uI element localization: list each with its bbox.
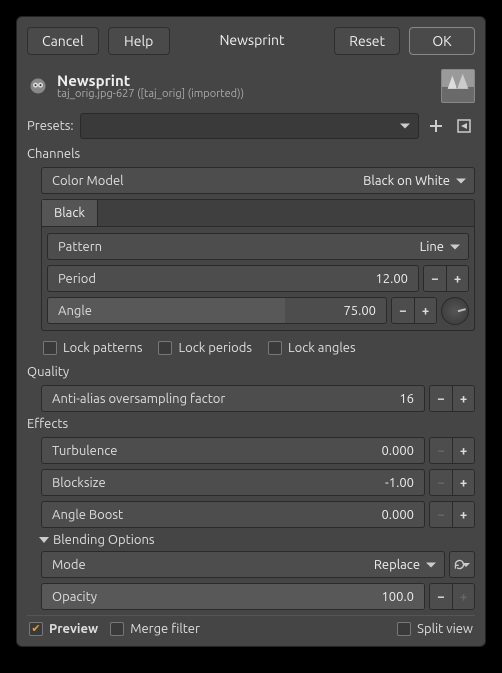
angle-value: 75.00 [343,304,376,318]
presets-combo[interactable] [80,113,419,139]
turbulence-label: Turbulence [52,444,117,458]
preview-thumbnail [441,69,475,103]
angle-slider[interactable]: Angle 75.00 [47,297,387,324]
pattern-label: Pattern [58,240,102,254]
lock-periods-checkbox[interactable]: Lock periods [158,341,252,355]
blocksize-label: Blocksize [52,476,106,490]
turbulence-increment[interactable]: + [452,438,474,463]
lock-patterns-checkbox[interactable]: Lock patterns [43,341,142,355]
period-increment[interactable]: + [446,266,468,291]
channels-section-title: Channels [27,147,475,161]
blocksize-stepper[interactable]: − + [429,469,475,496]
lock-patterns-label: Lock patterns [63,341,142,355]
antialias-value: 16 [399,392,414,406]
filter-name: Newsprint [57,72,433,89]
mode-switch-button[interactable] [449,551,475,578]
help-button[interactable]: Help [108,27,170,55]
merge-filter-checkbox[interactable]: Merge filter [110,622,200,636]
lock-row: Lock patterns Lock periods Lock angles [41,337,475,361]
antialias-stepper[interactable]: − + [429,385,475,412]
opacity-stepper[interactable]: − + [429,583,475,610]
mode-label: Mode [52,558,86,572]
period-decrement[interactable]: − [424,266,446,291]
color-model-label: Color Model [52,174,124,188]
presets-add-icon[interactable] [425,115,447,137]
chevron-down-icon [39,537,49,543]
cancel-button[interactable]: Cancel [27,27,99,55]
turbulence-stepper[interactable]: − + [429,437,475,464]
split-view-label: Split view [417,622,473,636]
angleboost-value: 0.000 [381,508,414,522]
channel-tabs: Black [41,199,475,227]
lock-angles-checkbox[interactable]: Lock angles [268,341,356,355]
effects-section-title: Effects [27,417,475,431]
preview-checkbox[interactable]: Preview [29,622,98,636]
blending-expander[interactable]: Blending Options [39,533,475,547]
dialog-title: Newsprint [211,27,292,55]
pattern-select[interactable]: Pattern Line [47,233,469,260]
newsprint-dialog: Cancel Help Newsprint Reset OK Newsprint… [16,16,486,647]
preview-label: Preview [49,622,98,636]
color-model-value: Black on White [363,174,450,188]
color-model-select[interactable]: Color Model Black on White [41,167,475,194]
blocksize-slider[interactable]: Blocksize -1.00 [41,469,425,496]
antialias-slider[interactable]: Anti-alias oversampling factor 16 [41,385,425,412]
blocksize-increment[interactable]: + [452,470,474,495]
lock-angles-label: Lock angles [288,341,356,355]
channel-panel: Pattern Line Period 12.00 − + Angle 7 [41,227,475,331]
turbulence-value: 0.000 [381,444,414,458]
angle-dial[interactable] [441,297,469,325]
antialias-label: Anti-alias oversampling factor [52,392,225,406]
blocksize-decrement[interactable]: − [430,470,452,495]
filter-target: taj_orig.jpg-627 ([taj_orig] (imported)) [57,88,433,100]
mode-value: Replace [374,558,420,572]
opacity-increment[interactable]: + [452,584,474,609]
angle-decrement[interactable]: − [392,298,414,323]
antialias-decrement[interactable]: − [430,386,452,411]
blending-title: Blending Options [53,533,155,547]
presets-row: Presets: [27,113,475,139]
filter-header: Newsprint taj_orig.jpg-627 ([taj_orig] (… [27,69,475,103]
dialog-footer: Preview Merge filter Split view [27,615,475,638]
angleboost-slider[interactable]: Angle Boost 0.000 [41,501,425,528]
opacity-value: 100.0 [381,590,414,604]
opacity-label: Opacity [52,590,97,604]
gimp-icon [27,75,49,97]
opacity-decrement[interactable]: − [430,584,452,609]
angle-stepper[interactable]: − + [391,297,437,324]
angle-label: Angle [58,304,92,318]
period-label: Period [58,272,96,286]
mode-select[interactable]: Mode Replace [41,551,445,578]
period-stepper[interactable]: − + [423,265,469,292]
period-slider[interactable]: Period 12.00 [47,265,419,292]
channel-tab-black[interactable]: Black [42,200,98,226]
pattern-value: Line [420,240,444,254]
period-value: 12.00 [375,272,408,286]
angle-increment[interactable]: + [414,298,436,323]
blocksize-value: -1.00 [385,476,414,490]
angleboost-stepper[interactable]: − + [429,501,475,528]
turbulence-slider[interactable]: Turbulence 0.000 [41,437,425,464]
merge-filter-label: Merge filter [130,622,200,636]
lock-periods-label: Lock periods [178,341,252,355]
reset-button[interactable]: Reset [334,27,400,55]
ok-button[interactable]: OK [409,27,475,55]
dialog-button-bar: Cancel Help Newsprint Reset OK [27,27,475,55]
angleboost-increment[interactable]: + [452,502,474,527]
presets-menu-icon[interactable] [453,115,475,137]
opacity-slider[interactable]: Opacity 100.0 [41,583,425,610]
split-view-checkbox[interactable]: Split view [397,622,473,636]
angleboost-decrement[interactable]: − [430,502,452,527]
antialias-increment[interactable]: + [452,386,474,411]
turbulence-decrement[interactable]: − [430,438,452,463]
angleboost-label: Angle Boost [52,508,123,522]
presets-label: Presets: [27,119,74,133]
quality-section-title: Quality [27,365,475,379]
